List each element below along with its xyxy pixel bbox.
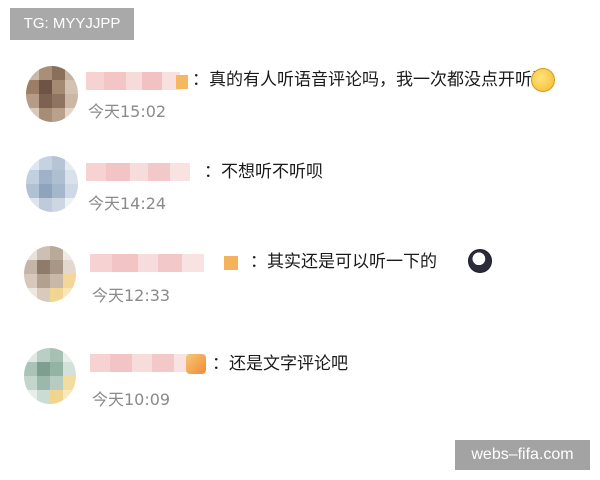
- badge-icon: [224, 256, 238, 270]
- badge-icon: [176, 75, 188, 89]
- username-blurred[interactable]: [90, 254, 204, 272]
- comment-item: ：还是文字评论吧 今天10:09: [0, 342, 600, 432]
- comment-item: ：不想听不听呗 今天14:24: [0, 152, 600, 242]
- username-blurred[interactable]: [86, 163, 190, 181]
- comment-screenshot: TG: MYYJJPP ：真的有人听语音评论吗，我一次都没点开听过 今天15:0…: [0, 0, 600, 480]
- comment-text: ：其实还是可以听一下的: [250, 252, 437, 272]
- avatar[interactable]: [24, 246, 76, 302]
- comment-text: ：不想听不听呗: [204, 162, 323, 182]
- comment-text: ：真的有人听语音评论吗，我一次都没点开听过: [192, 70, 549, 90]
- timestamp: 今天15:02: [88, 102, 167, 121]
- username-blurred[interactable]: [90, 354, 190, 372]
- avatar[interactable]: [26, 66, 78, 122]
- avatar[interactable]: [24, 348, 76, 404]
- timestamp: 今天10:09: [92, 390, 171, 409]
- tag-label: TG: MYYJJPP: [10, 8, 134, 40]
- timestamp: 今天12:33: [92, 286, 171, 305]
- timestamp: 今天14:24: [88, 194, 167, 213]
- comment-item: ：其实还是可以听一下的 今天12:33: [0, 240, 600, 330]
- watermark: webs–fifa.com: [455, 440, 590, 470]
- comment-text: ：还是文字评论吧: [212, 354, 348, 374]
- crown-badge-icon: [186, 354, 206, 374]
- avatar[interactable]: [26, 156, 78, 212]
- username-blurred[interactable]: [86, 72, 180, 90]
- comment-item: ：真的有人听语音评论吗，我一次都没点开听过 今天15:02: [0, 60, 600, 150]
- laughing-crying-emoji-icon: [531, 68, 555, 92]
- panda-emoji-icon: [468, 249, 492, 273]
